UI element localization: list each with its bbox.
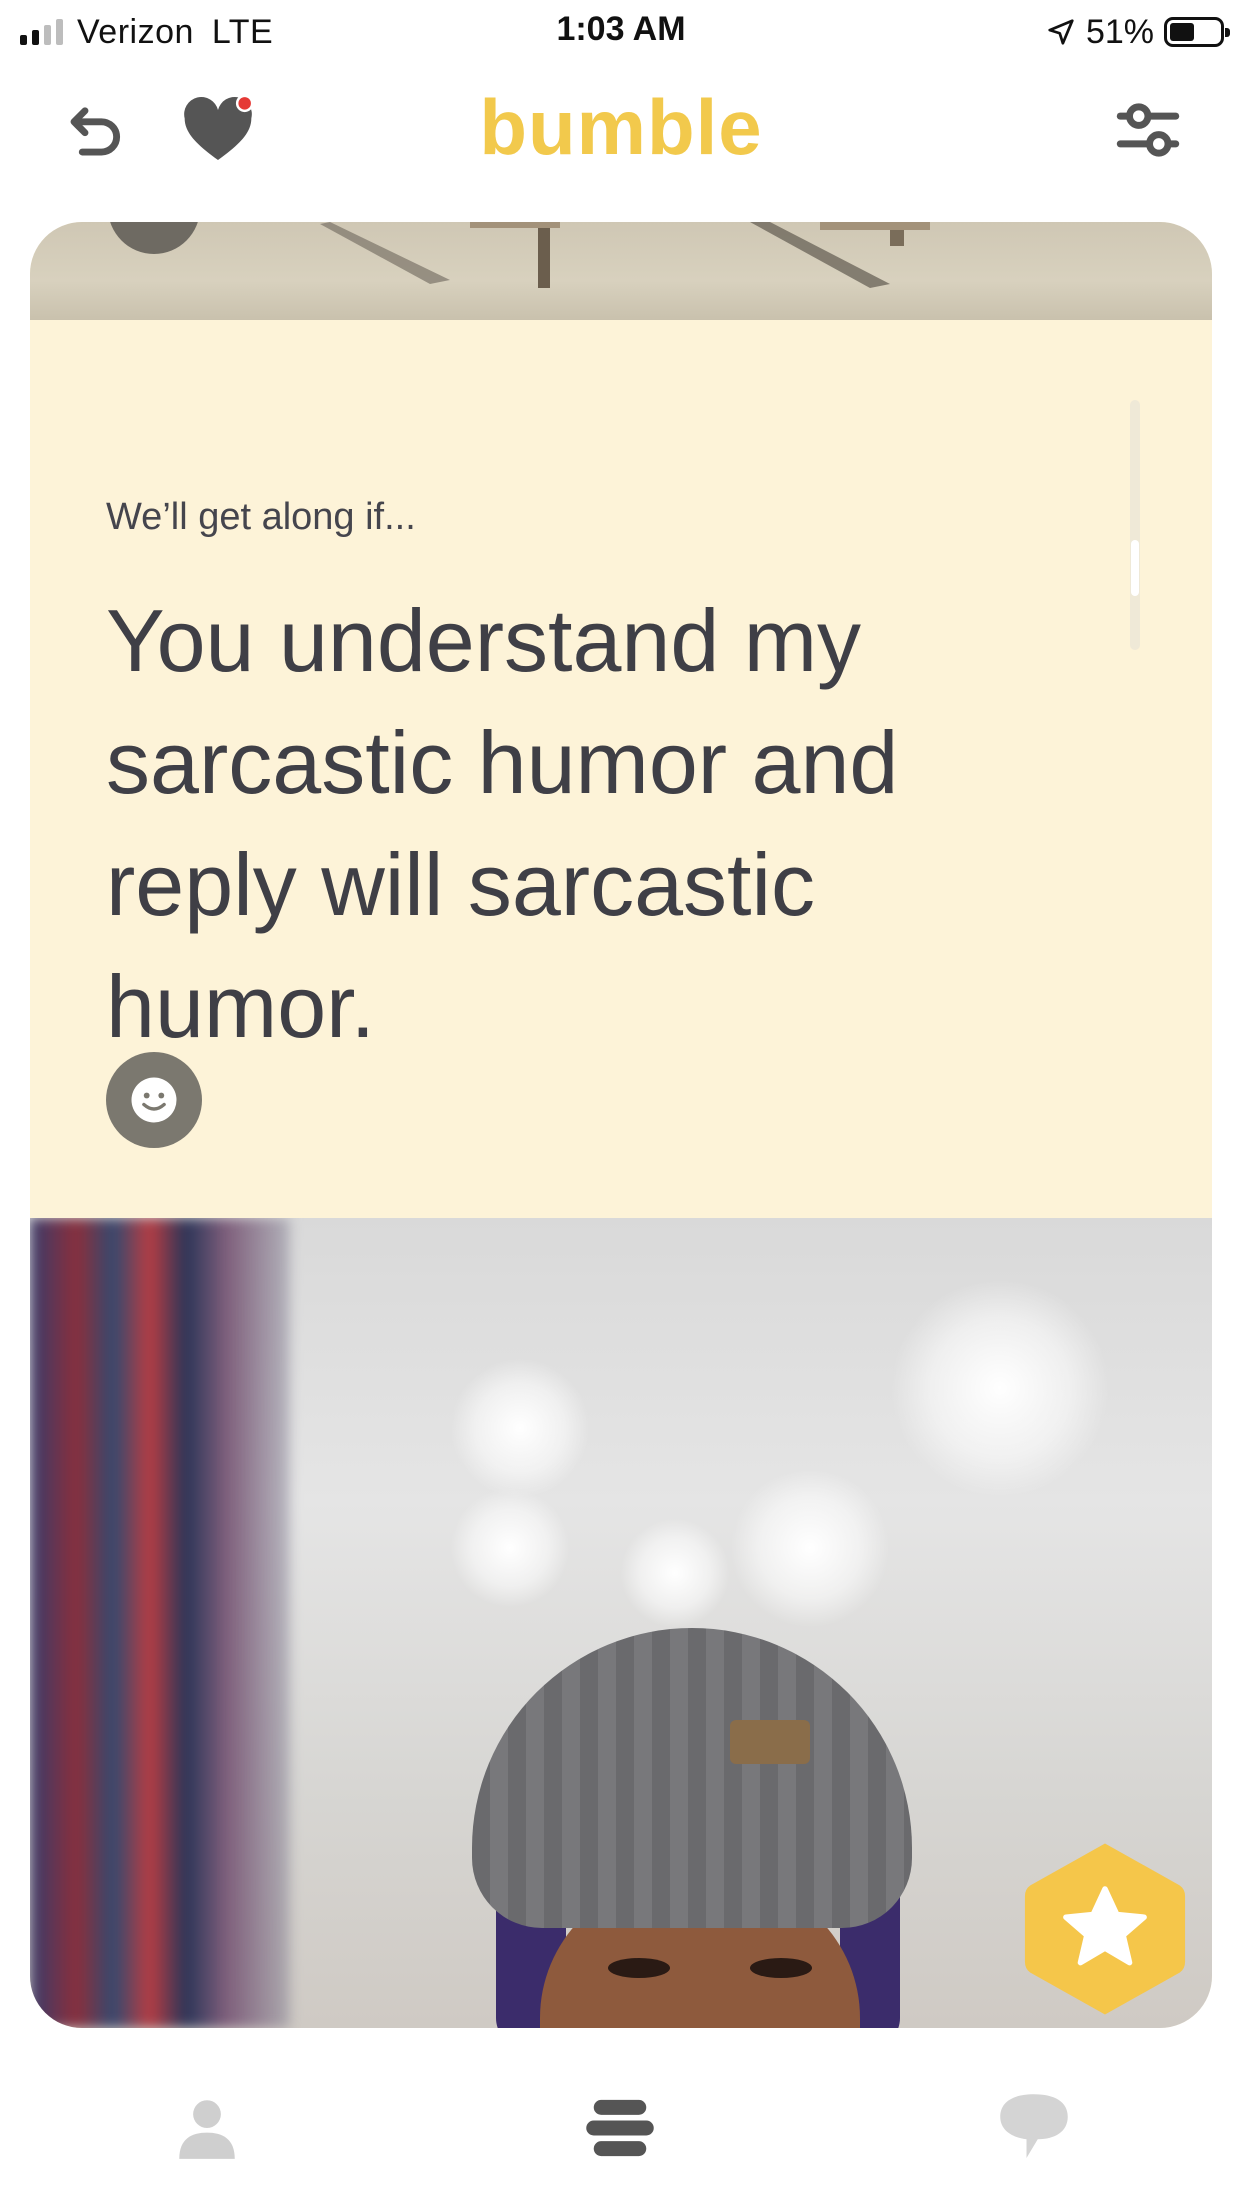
profile-photo-top xyxy=(30,222,1212,320)
background-scarves xyxy=(30,1218,290,2028)
star-icon xyxy=(1024,1843,1186,2015)
react-button[interactable] xyxy=(106,1052,202,1148)
chat-bubble-icon xyxy=(1000,2094,1068,2158)
tab-profile[interactable] xyxy=(157,2078,257,2178)
location-icon xyxy=(1048,19,1074,45)
superswipe-button[interactable] xyxy=(1014,1838,1196,2020)
scrollbar-thumb[interactable] xyxy=(1131,540,1139,596)
profile-card[interactable]: We’ll get along if... You understand my … xyxy=(30,222,1212,2028)
person-icon xyxy=(179,2100,235,2159)
tab-discover[interactable] xyxy=(570,2078,670,2178)
status-right: 51% xyxy=(1046,10,1230,54)
tab-chats[interactable] xyxy=(984,2078,1084,2178)
battery-icon xyxy=(1164,17,1230,47)
battery-percent: 51% xyxy=(1085,12,1154,51)
filters-button[interactable] xyxy=(1106,88,1190,172)
beanie-tag xyxy=(730,1720,810,1764)
card-scrollbar[interactable] xyxy=(1130,400,1140,650)
bottom-tab-bar xyxy=(0,2060,1242,2208)
prompt-label: We’ll get along if... xyxy=(106,496,416,538)
prompt-section: We’ll get along if... You understand my … xyxy=(30,320,1212,1218)
prompt-answer: You understand my sarcastic humor and re… xyxy=(106,591,899,1056)
status-bar: Verizon LTE 1:03 AM 51% xyxy=(0,0,1242,64)
top-nav: bumble xyxy=(0,70,1242,190)
stack-icon xyxy=(586,2099,654,2157)
person xyxy=(460,1628,920,2028)
app-logo: bumble xyxy=(479,83,763,171)
smiley-icon xyxy=(131,1077,177,1123)
filters-icon xyxy=(1116,103,1180,157)
